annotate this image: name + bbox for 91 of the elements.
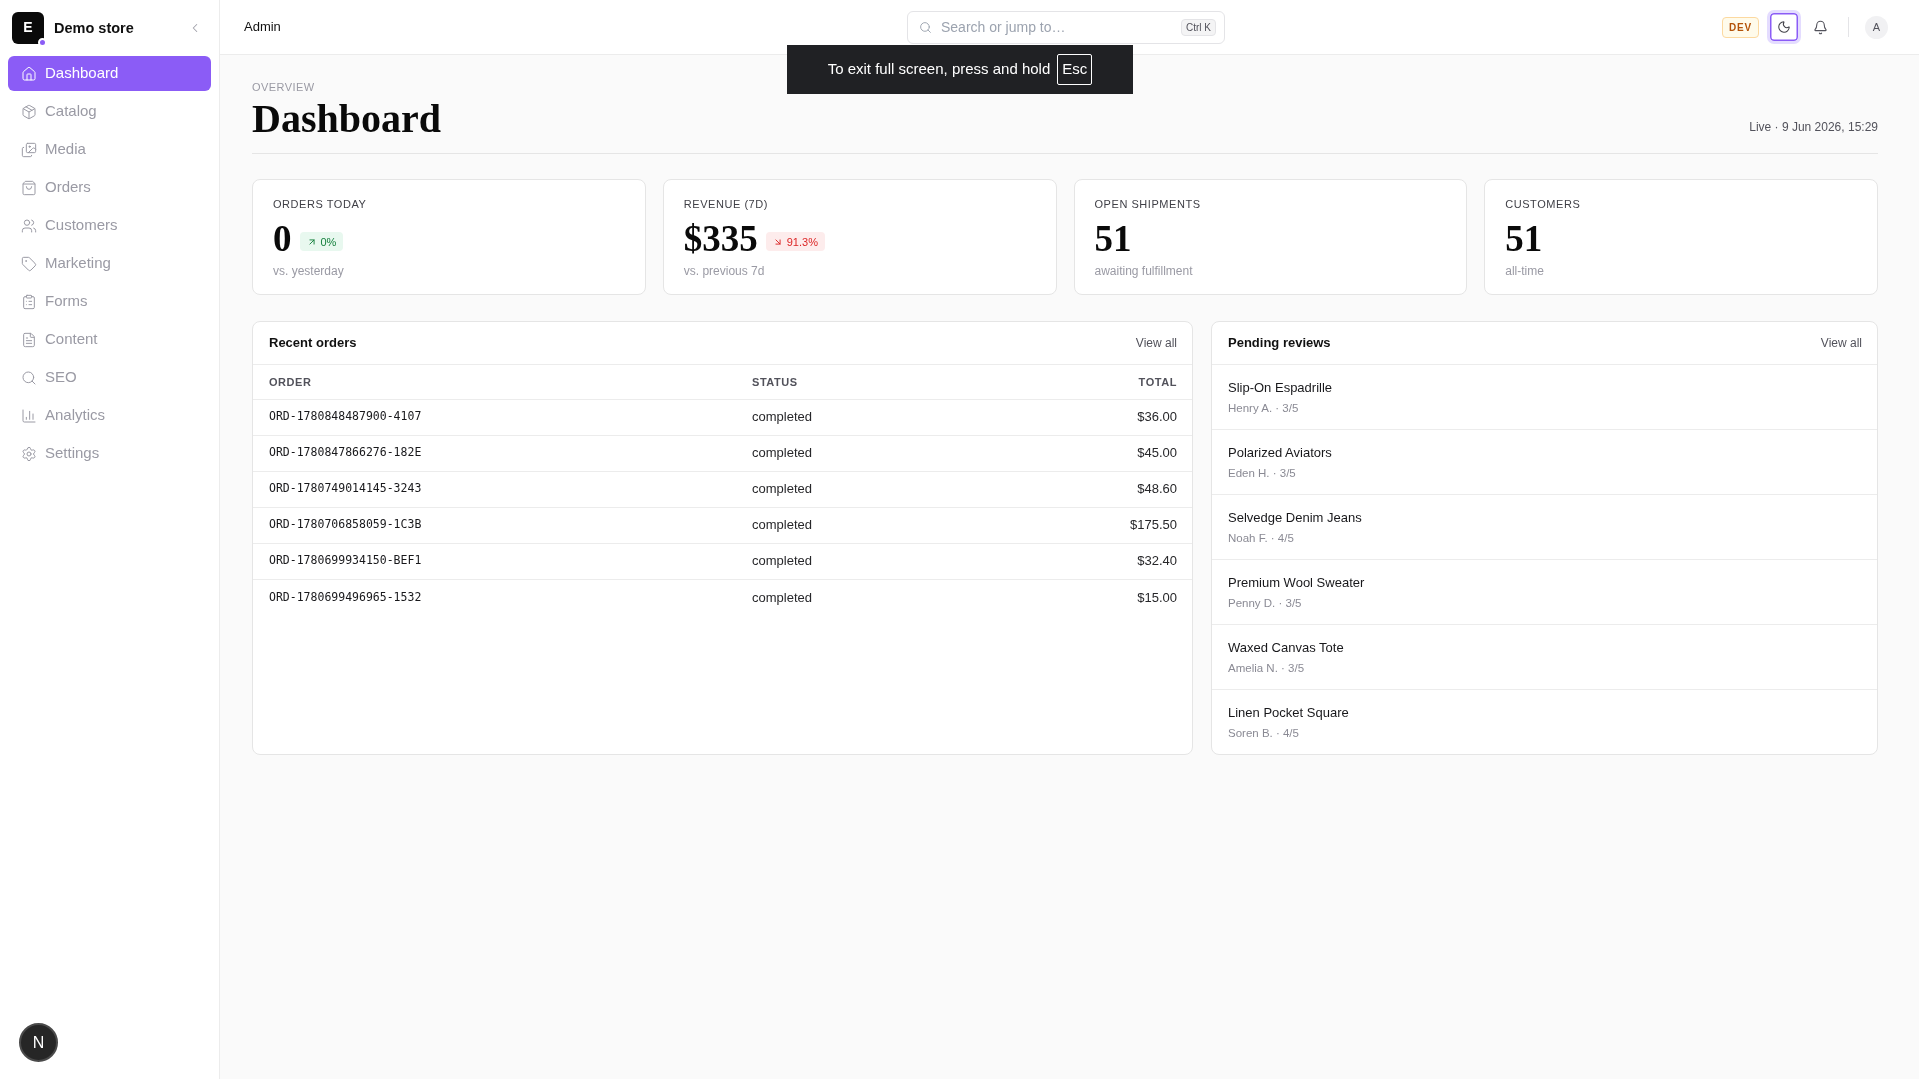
nav-item[interactable]: Orders — [8, 170, 211, 205]
stat-label: ORDERS TODAY — [273, 197, 368, 211]
stat-label: CUSTOMERS — [1505, 197, 1582, 211]
nav-item[interactable]: Dashboard — [8, 56, 211, 91]
order-id-cell: ORD-1780847866276-182E — [253, 435, 752, 471]
notice-text: To exit full screen, press and hold — [827, 59, 1051, 80]
nav-item[interactable]: Customers — [8, 208, 211, 243]
box-icon — [21, 103, 37, 120]
status-cell: completed — [752, 471, 1032, 507]
status-cell: completed — [752, 435, 1032, 471]
stat-caption: awaiting fulfillment — [1094, 263, 1194, 279]
page-context-title: Admin — [244, 18, 281, 37]
stat-value: 51 — [1505, 219, 1543, 259]
review-product: Premium Wool Sweater — [1228, 574, 1365, 591]
review-product: Linen Pocket Square — [1228, 704, 1349, 721]
order-id-cell: ORD-1780848487900-4107 — [253, 399, 752, 435]
stat-caption: all-time — [1505, 263, 1545, 279]
user-avatar[interactable]: A — [1865, 15, 1888, 39]
nav-item[interactable]: Settings — [8, 436, 211, 471]
card-title: Recent orders — [269, 334, 357, 353]
store-logo: E — [12, 11, 44, 44]
stat-label: OPEN SHIPMENTS — [1094, 197, 1202, 211]
moon-icon — [1777, 20, 1791, 34]
nav-item[interactable]: Forms — [8, 284, 211, 319]
arrow-up-right-icon — [306, 236, 317, 247]
dev-tools-button[interactable]: N — [19, 1023, 58, 1062]
stat-caption: vs. yesterday — [273, 263, 345, 279]
total-cell: $32.40 — [1032, 543, 1192, 579]
order-id-cell: ORD-1780749014145-3243 — [253, 471, 752, 507]
review-product: Polarized Aviators — [1228, 444, 1332, 461]
review-meta: Amelia N. · 3/5 — [1228, 661, 1305, 676]
status-cell: completed — [752, 507, 1032, 543]
bag-icon — [21, 179, 37, 196]
review-meta: Henry A. · 3/5 — [1228, 401, 1299, 416]
nav-item[interactable]: Content — [8, 322, 211, 357]
stat-value: 51 — [1094, 219, 1132, 259]
column-header: STATUS — [752, 365, 1032, 399]
nav-item[interactable]: Analytics — [8, 398, 211, 433]
images-icon — [21, 141, 37, 158]
status-cell: completed — [752, 579, 1032, 615]
order-id-cell: ORD-1780706858059-1C3B — [253, 507, 752, 543]
total-cell: $45.00 — [1032, 435, 1192, 471]
order-id-cell: ORD-1780699934150-BEF1 — [253, 543, 752, 579]
review-meta: Eden H. · 3/5 — [1228, 466, 1296, 481]
total-cell: $175.50 — [1032, 507, 1192, 543]
tag-icon — [21, 255, 37, 272]
change-percent: 91.3% — [786, 234, 818, 249]
review-meta: Noah F. · 4/5 — [1228, 531, 1294, 546]
column-header: ORDER — [253, 365, 752, 399]
nav-item[interactable]: Marketing — [8, 246, 211, 281]
review-meta: Penny D. · 3/5 — [1228, 596, 1302, 611]
notifications-button[interactable] — [1811, 18, 1829, 36]
environment-badge: DEV — [1722, 16, 1759, 38]
status-cell: completed — [752, 543, 1032, 579]
live-timestamp: Live · 9 Jun 2026, 15:29 — [1749, 120, 1878, 134]
column-header: TOTAL — [1032, 365, 1192, 399]
home-icon — [21, 65, 37, 82]
total-cell: $36.00 — [1032, 399, 1192, 435]
stat-value: $335 — [683, 219, 758, 259]
nav-item[interactable]: Catalog — [8, 94, 211, 129]
document-icon — [21, 331, 37, 348]
search-icon — [21, 369, 37, 386]
settings-icon — [21, 445, 37, 462]
arrow-down-right-icon — [772, 236, 783, 247]
nav-item[interactable]: SEO — [8, 360, 211, 395]
card-title: Pending reviews — [1228, 334, 1331, 353]
view-all-link[interactable]: View all — [1135, 334, 1177, 352]
bell-icon — [1812, 19, 1828, 35]
status-cell: completed — [752, 399, 1032, 435]
review-meta: Soren B. · 4/5 — [1228, 726, 1299, 741]
total-cell: $48.60 — [1032, 471, 1192, 507]
total-cell: $15.00 — [1032, 579, 1192, 615]
review-product: Selvedge Denim Jeans — [1228, 509, 1362, 526]
users-icon — [21, 217, 37, 234]
change-percent: 0% — [320, 234, 337, 249]
review-product: Waxed Canvas Tote — [1228, 639, 1344, 656]
theme-toggle-button[interactable] — [1767, 10, 1801, 44]
store-name: Demo store — [54, 18, 134, 38]
stat-value: 0 — [273, 219, 292, 259]
page-title: Dashboard — [252, 97, 441, 141]
bar-chart-icon — [21, 407, 37, 424]
review-product: Slip-On Espadrille — [1228, 379, 1333, 396]
nav-item[interactable]: Media — [8, 132, 211, 167]
order-id-cell: ORD-1780699496965-1532 — [253, 579, 752, 615]
search-icon — [919, 20, 932, 34]
stat-caption: vs. previous 7d — [683, 263, 766, 279]
clipboard-icon — [21, 293, 37, 310]
view-all-link[interactable]: View all — [1820, 334, 1862, 352]
stat-label: REVENUE (7D) — [683, 197, 769, 211]
section-eyebrow: OVERVIEW — [252, 80, 315, 94]
key-hint: Esc — [1057, 54, 1093, 85]
